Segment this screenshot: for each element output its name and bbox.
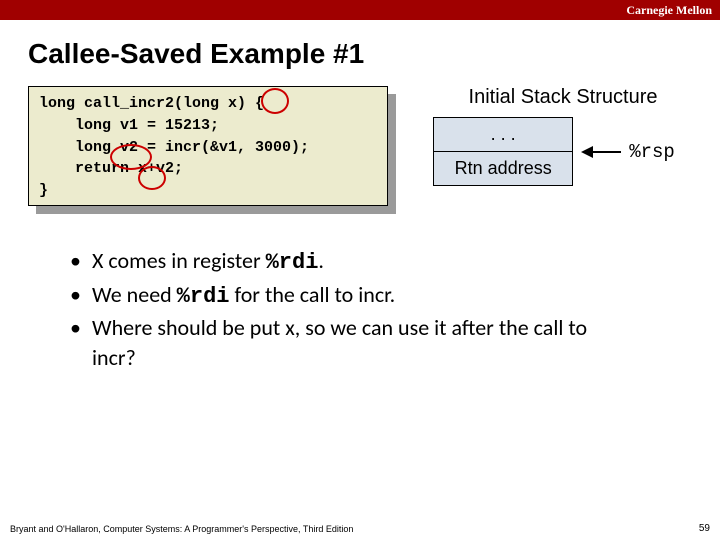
bullet-1-text-c: . [318, 247, 324, 274]
bullet-1: X comes in register %rdi. [70, 246, 630, 278]
bullet-2-text-c: for the call to incr. [229, 281, 395, 308]
arrow-left-icon [581, 143, 621, 161]
rsp-label: %rsp [629, 141, 675, 163]
code-block: long call_incr2(long x) { long v1 = 1521… [28, 86, 388, 206]
bullet-list: X comes in register %rdi. We need %rdi f… [70, 246, 630, 373]
footer-text: Bryant and O'Hallaron, Computer Systems:… [10, 524, 353, 534]
page-number: 59 [699, 523, 710, 534]
slide-title: Callee-Saved Example #1 [28, 38, 720, 70]
bullet-3: Where should be put x, so we can use it … [70, 313, 630, 372]
highlight-circle-x-return [138, 166, 166, 190]
bullet-1-code: %rdi [266, 250, 319, 275]
stack-row: . . . Rtn address %rsp [416, 117, 692, 186]
code-block-wrap: long call_incr2(long x) { long v1 = 1521… [28, 86, 396, 214]
stack-cell-rtn: Rtn address [434, 151, 572, 185]
bullet-1-text-a: X comes in register [92, 247, 266, 274]
stack-box: . . . Rtn address [433, 117, 573, 186]
brand-bar: Carnegie Mellon [0, 0, 720, 20]
bullet-2: We need %rdi for the call to incr. [70, 280, 630, 312]
bullet-2-text-a: We need [92, 281, 177, 308]
code-line-5: } [39, 182, 48, 199]
content-row: long call_incr2(long x) { long v1 = 1521… [0, 86, 720, 214]
brand-text: Carnegie Mellon [626, 3, 712, 17]
code-line-2: long v1 = 15213; [39, 117, 219, 134]
code-line-3: long v2 = incr(&v1, 3000); [39, 139, 309, 156]
stack-heading: Initial Stack Structure [416, 86, 692, 109]
stack-cell-dots: . . . [434, 118, 572, 151]
code-line-1: long call_incr2(long x) { [39, 95, 264, 112]
bullet-2-code: %rdi [177, 284, 230, 309]
stack-column: Initial Stack Structure . . . Rtn addres… [396, 86, 692, 186]
highlight-circle-x-param [261, 88, 289, 114]
